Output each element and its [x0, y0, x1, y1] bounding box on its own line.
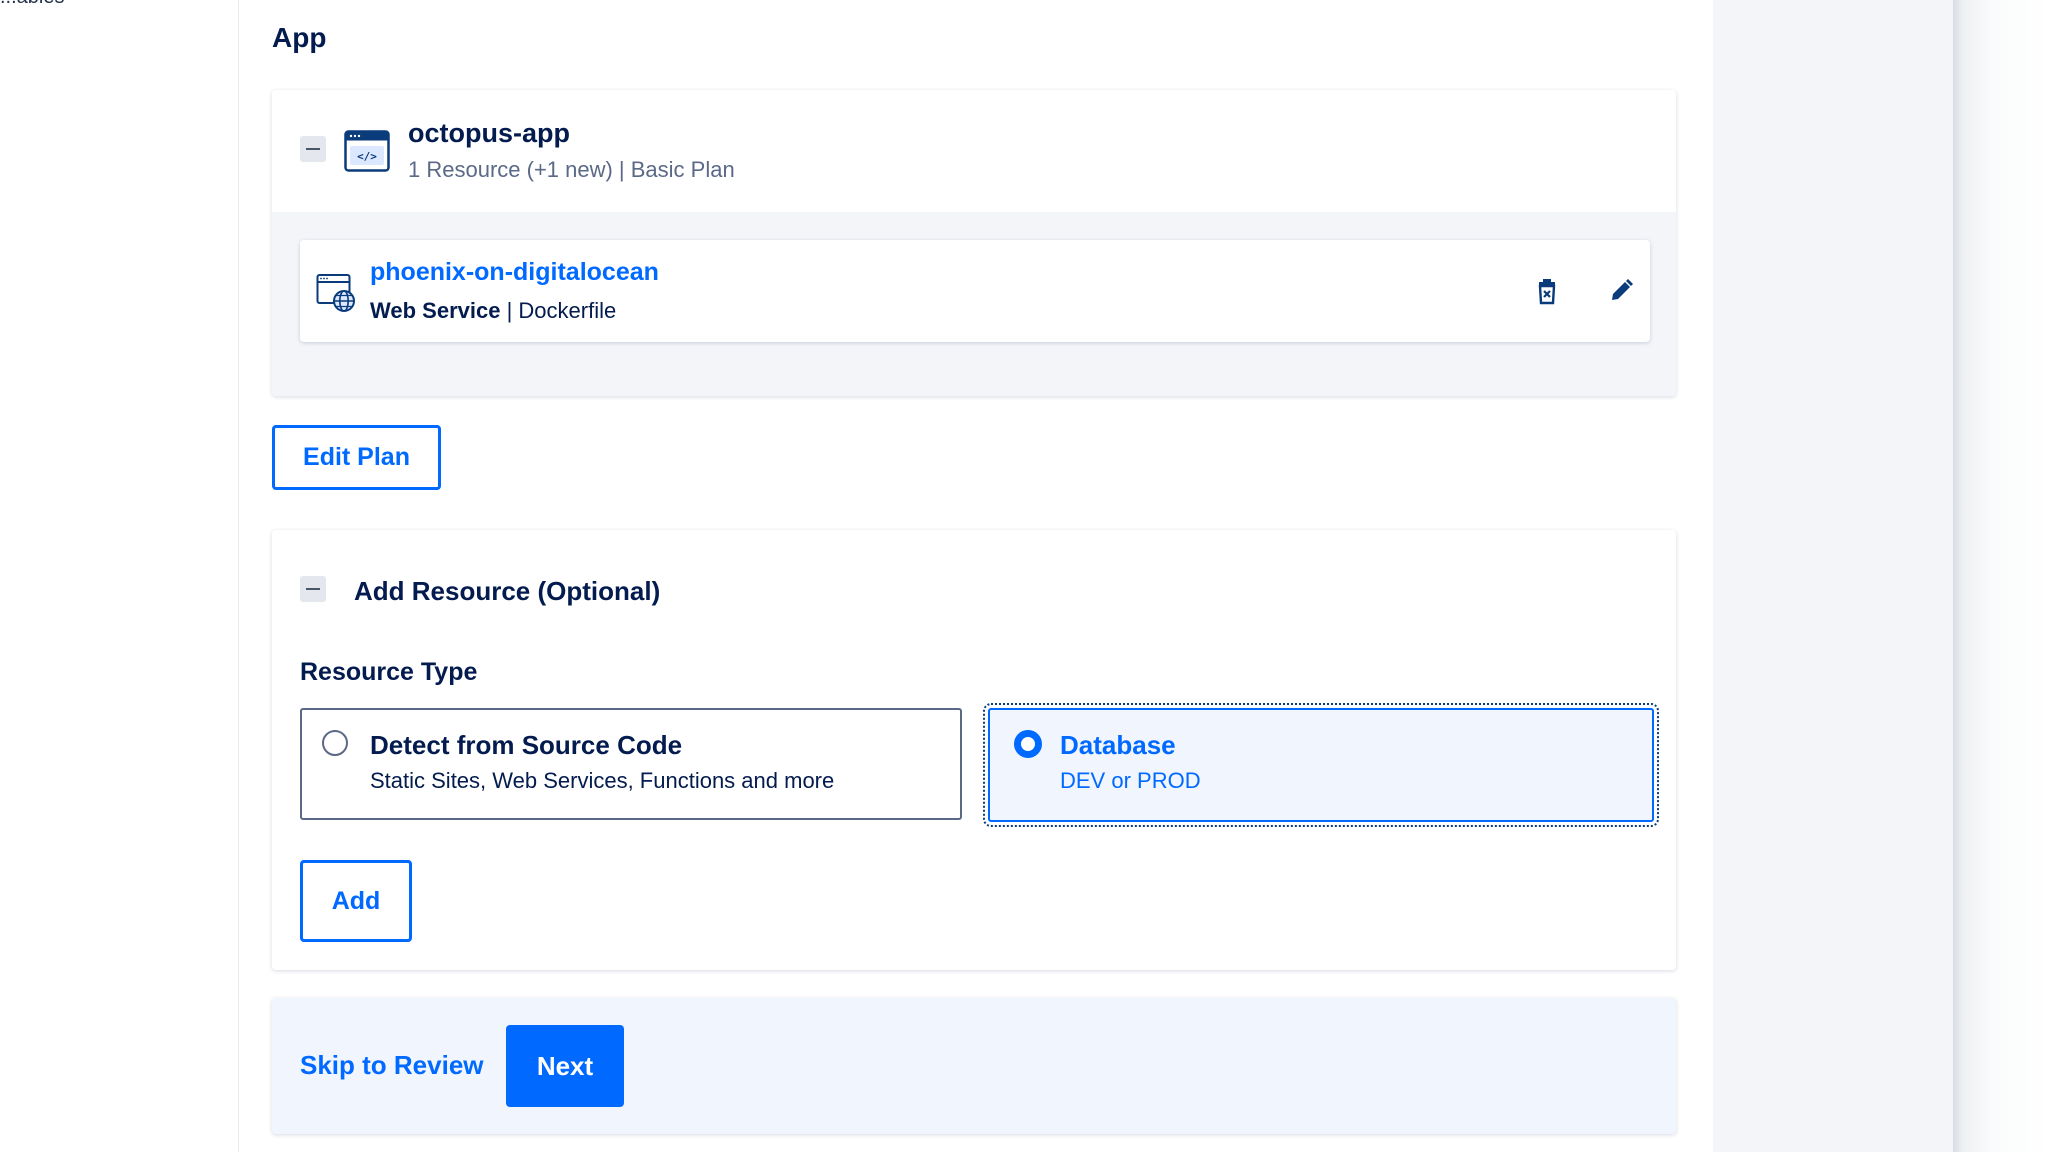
add-button[interactable]: Add [300, 860, 412, 942]
option-database-title: Database [1060, 730, 1176, 760]
skip-to-review-link[interactable]: Skip to Review [300, 1050, 484, 1081]
app-meta: 1 Resource (+1 new) | Basic Plan [408, 157, 735, 182]
svg-text:</>: </> [357, 150, 377, 163]
resource-separator: | [500, 298, 519, 323]
app-name: octopus-app [408, 118, 570, 148]
web-service-globe-icon [316, 274, 355, 312]
resource-type: Web Service [370, 298, 501, 323]
radio-detect[interactable] [322, 730, 348, 756]
app-resources: phoenix-on-digitalocean Web Service | Do… [272, 212, 1676, 396]
wizard-footer: Skip to Review Next [272, 998, 1676, 1134]
option-database-subtitle: DEV or PROD [1060, 768, 1201, 793]
section-title: App [272, 22, 327, 53]
right-panel [1713, 0, 1953, 1152]
collapse-add-resource-button[interactable] [300, 576, 326, 602]
edit-plan-button[interactable]: Edit Plan [272, 425, 441, 490]
resource-row: phoenix-on-digitalocean Web Service | Do… [300, 240, 1650, 342]
left-sidebar: ...ables [0, 0, 238, 1152]
resource-name-link[interactable]: phoenix-on-digitalocean [370, 258, 659, 287]
app-card: </> octopus-app 1 Resource (+1 new) | Ba… [272, 90, 1676, 396]
option-detect-subtitle: Static Sites, Web Services, Functions an… [370, 768, 835, 793]
next-button[interactable]: Next [506, 1025, 624, 1107]
radio-database[interactable] [1014, 730, 1042, 758]
collapse-app-button[interactable] [300, 136, 326, 162]
resource-source: Dockerfile [518, 298, 617, 323]
option-detect-title: Detect from Source Code [370, 730, 683, 760]
pencil-icon[interactable] [1606, 276, 1636, 306]
app-card-header: </> octopus-app 1 Resource (+1 new) | Ba… [272, 90, 1676, 212]
trash-icon[interactable] [1532, 276, 1562, 306]
resource-meta: Web Service | Dockerfile [370, 298, 616, 324]
resource-type-label: Resource Type [300, 658, 478, 686]
window-edge-shadow [1953, 0, 2048, 1152]
resource-option-detect[interactable]: Detect from Source Code Static Sites, We… [300, 708, 962, 820]
add-resource-card: Add Resource (Optional) Resource Type De… [272, 530, 1676, 970]
code-window-icon: </> [344, 130, 390, 172]
add-resource-title: Add Resource (Optional) [354, 576, 661, 606]
resource-option-database[interactable]: Database DEV or PROD [983, 703, 1659, 827]
sidebar-cut-label: ...ables [0, 0, 64, 9]
